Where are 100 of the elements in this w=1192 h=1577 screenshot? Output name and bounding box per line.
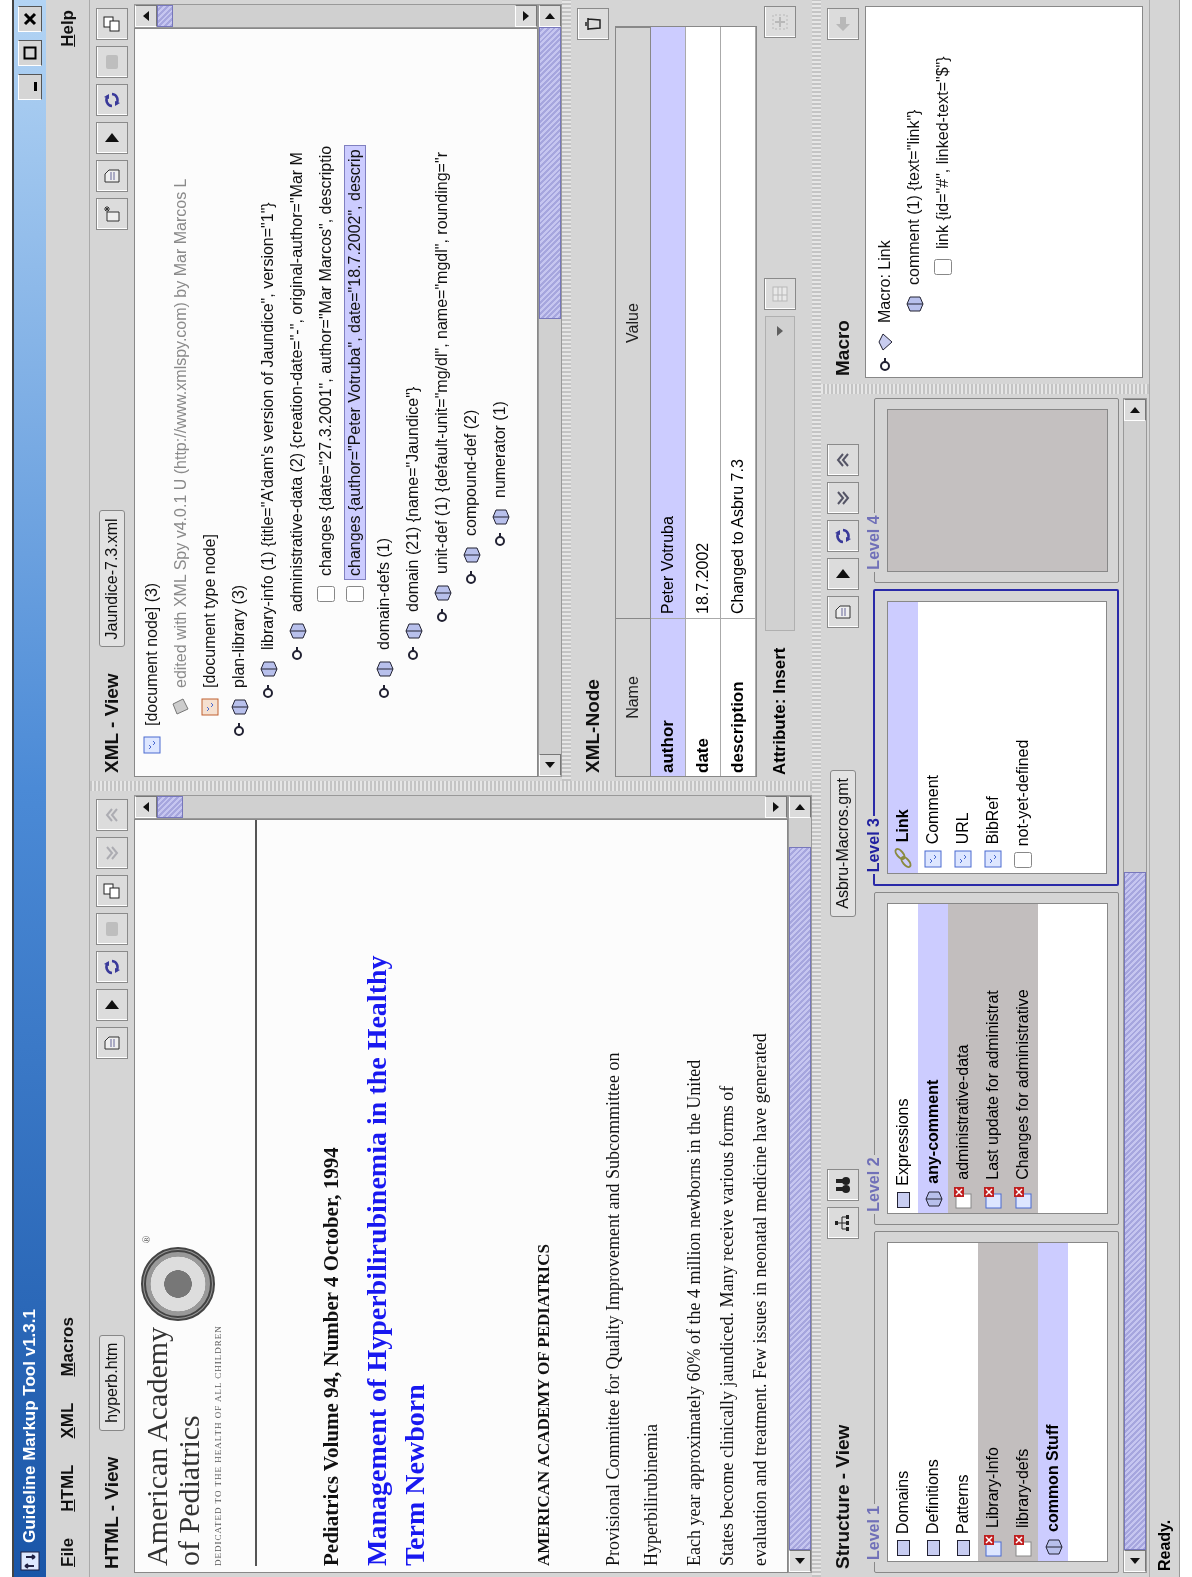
tree-node[interactable]: unit-def (1) {default-unit="mg/dl", name="mgdl", rounding="r bbox=[430, 148, 453, 578]
file-name-field[interactable]: Jaundice-7.3.xml bbox=[99, 510, 125, 648]
list-item[interactable]: common Stuff bbox=[1038, 1243, 1068, 1561]
scrollbar-thumb[interactable] bbox=[1124, 871, 1146, 1550]
expand-handle-icon[interactable] bbox=[289, 647, 304, 661]
vertical-scrollbar[interactable] bbox=[134, 4, 538, 28]
menu-item[interactable]: Help bbox=[57, 10, 78, 47]
folder-icon bbox=[924, 1539, 942, 1557]
expand-handle-icon[interactable] bbox=[434, 609, 449, 623]
tree-node[interactable]: Macro: Link bbox=[873, 236, 896, 327]
list-item[interactable]: Link bbox=[888, 601, 918, 874]
toolbar-button[interactable] bbox=[827, 520, 859, 552]
scrollbar-thumb[interactable] bbox=[539, 27, 561, 319]
menu-item[interactable]: File bbox=[57, 1537, 78, 1567]
page-error-icon bbox=[1013, 1533, 1033, 1557]
maximize-button[interactable] bbox=[18, 40, 42, 66]
tree-node[interactable]: domain (21) {name="Jaundice"} bbox=[401, 382, 424, 616]
refresh-icon bbox=[102, 957, 122, 977]
folder-icon bbox=[954, 1539, 972, 1557]
file-name-field[interactable]: Asbru-Macros.gmt bbox=[830, 770, 856, 917]
tree-node[interactable]: comment (1) {text="link"} bbox=[902, 105, 925, 289]
list-item[interactable]: Last update for administrat bbox=[978, 904, 1008, 1213]
item-label: not-yet-defined bbox=[1014, 739, 1032, 847]
tree-node[interactable]: [document node] (3) bbox=[140, 578, 163, 730]
tree-node[interactable]: plan-library (3) bbox=[227, 580, 250, 692]
menu-item[interactable]: Macros bbox=[57, 1317, 78, 1377]
close-button[interactable] bbox=[18, 6, 42, 32]
expand-handle-icon[interactable] bbox=[877, 358, 892, 372]
toolbar-button[interactable] bbox=[96, 989, 128, 1021]
item-label: library-defs bbox=[1014, 1448, 1032, 1528]
toolbar-button[interactable] bbox=[827, 1168, 859, 1201]
panel-title: XML - View bbox=[101, 673, 123, 773]
column-header[interactable]: Name bbox=[616, 618, 651, 776]
tree-node[interactable]: library-info (1) {title="A'dam's version of Jaundice", version="1"} bbox=[256, 198, 279, 654]
tree-node[interactable]: compound-def (2) bbox=[459, 405, 482, 540]
paragraph-line: States become clinically jaundiced. Many receive various forms of bbox=[716, 1084, 738, 1566]
toolbar-button[interactable] bbox=[827, 482, 859, 514]
horizontal-scrollbar[interactable] bbox=[538, 4, 562, 777]
horizontal-scrollbar[interactable] bbox=[788, 795, 812, 1573]
panel-title: XML-Node bbox=[582, 679, 604, 773]
tree-node[interactable]: [document type node] bbox=[198, 530, 221, 692]
refresh-icon bbox=[102, 90, 122, 110]
windows-icon bbox=[102, 14, 122, 34]
tree-node[interactable]: changes {author="Peter Votruba", date="18.7.2002", descrip bbox=[343, 145, 366, 580]
tree-node[interactable]: administrative-data (2) {creation-date="-", original-author="Mar M bbox=[285, 148, 308, 616]
document-title: Term Newborn bbox=[398, 1383, 431, 1566]
scrollbar-thumb[interactable] bbox=[157, 5, 174, 27]
level-list[interactable]: Link Comment URL BibRef not-yet-defined bbox=[887, 600, 1107, 875]
list-item[interactable]: library-defs bbox=[1008, 1243, 1038, 1561]
item-label: URL bbox=[954, 812, 972, 845]
level-list[interactable] bbox=[887, 409, 1108, 572]
document-title: Management of Hyperbilirubinemia in the Healthy bbox=[360, 954, 393, 1566]
toolbar-button[interactable] bbox=[827, 1206, 859, 1239]
tree-node[interactable]: link {id="#", linked-text="$"} bbox=[931, 52, 954, 253]
horizontal-scrollbar[interactable] bbox=[1123, 398, 1147, 1573]
menu-item[interactable]: XML bbox=[57, 1402, 78, 1439]
document-error-icon bbox=[983, 1533, 1003, 1557]
expand-handle-icon[interactable] bbox=[492, 533, 507, 547]
panel-title: HTML - View bbox=[101, 1456, 123, 1569]
table-cell[interactable]: description bbox=[721, 618, 756, 776]
toolbar-button[interactable] bbox=[577, 8, 609, 40]
table-cell[interactable]: date bbox=[686, 618, 721, 776]
list-item[interactable]: Library-Info bbox=[978, 1243, 1008, 1561]
expand-handle-icon[interactable] bbox=[376, 685, 391, 699]
table-cell[interactable]: author bbox=[651, 618, 686, 776]
table-cell[interactable]: Peter Votruba bbox=[651, 27, 686, 618]
list-item[interactable]: Changes for administrative bbox=[1008, 904, 1038, 1213]
level-list[interactable]: Expressions any-comment administrative-data Last update for administrat Changes for administrative bbox=[887, 903, 1108, 1214]
expand-handle-icon[interactable] bbox=[405, 647, 420, 661]
tree-node[interactable]: changes {date="27.3.2001", author="Mar Marcos", descriptio bbox=[314, 141, 337, 580]
panel-title: Macro bbox=[832, 320, 854, 376]
level-list[interactable]: Domains Definitions Patterns Library-Info library-defs common Stuff bbox=[887, 1241, 1108, 1562]
tree-node[interactable]: domain-defs (1) bbox=[372, 533, 395, 654]
expand-handle-icon[interactable] bbox=[231, 723, 246, 737]
page-icon bbox=[344, 585, 365, 603]
toolbar-button[interactable] bbox=[827, 558, 859, 590]
binoculars-icon bbox=[833, 1174, 853, 1195]
folder-icon bbox=[894, 1190, 912, 1209]
logo-tagline: DEDICATED TO THE HEALTH OF ALL CHILDREN bbox=[213, 1325, 223, 1566]
group-title: Level 4 bbox=[865, 514, 883, 572]
toolbar-button[interactable] bbox=[827, 444, 859, 476]
toolbar-button[interactable] bbox=[96, 84, 128, 116]
item-label: any-comment bbox=[924, 1079, 942, 1184]
minimize-button[interactable] bbox=[18, 74, 42, 100]
status-text: Ready. bbox=[1149, 0, 1179, 1577]
list-item[interactable]: any-comment bbox=[918, 904, 948, 1213]
tree-node[interactable]: numerator (1) bbox=[488, 397, 511, 502]
list-item[interactable]: administrative-data bbox=[948, 904, 978, 1213]
toolbar-button[interactable] bbox=[96, 122, 128, 154]
scrollbar-thumb[interactable] bbox=[789, 847, 811, 1550]
expand-handle-icon[interactable] bbox=[260, 685, 275, 699]
menu-item[interactable]: HTML bbox=[57, 1464, 78, 1512]
scrollbar-thumb[interactable] bbox=[157, 796, 184, 818]
app-icon bbox=[20, 1551, 40, 1571]
expand-handle-icon[interactable] bbox=[463, 571, 478, 585]
file-name-field[interactable]: hyperb.htm bbox=[99, 1334, 125, 1431]
item-label: Last update for administrat bbox=[984, 990, 1002, 1180]
column-header[interactable]: Value bbox=[616, 27, 651, 618]
toolbar-button[interactable] bbox=[96, 951, 128, 983]
vertical-scrollbar[interactable] bbox=[134, 795, 788, 819]
